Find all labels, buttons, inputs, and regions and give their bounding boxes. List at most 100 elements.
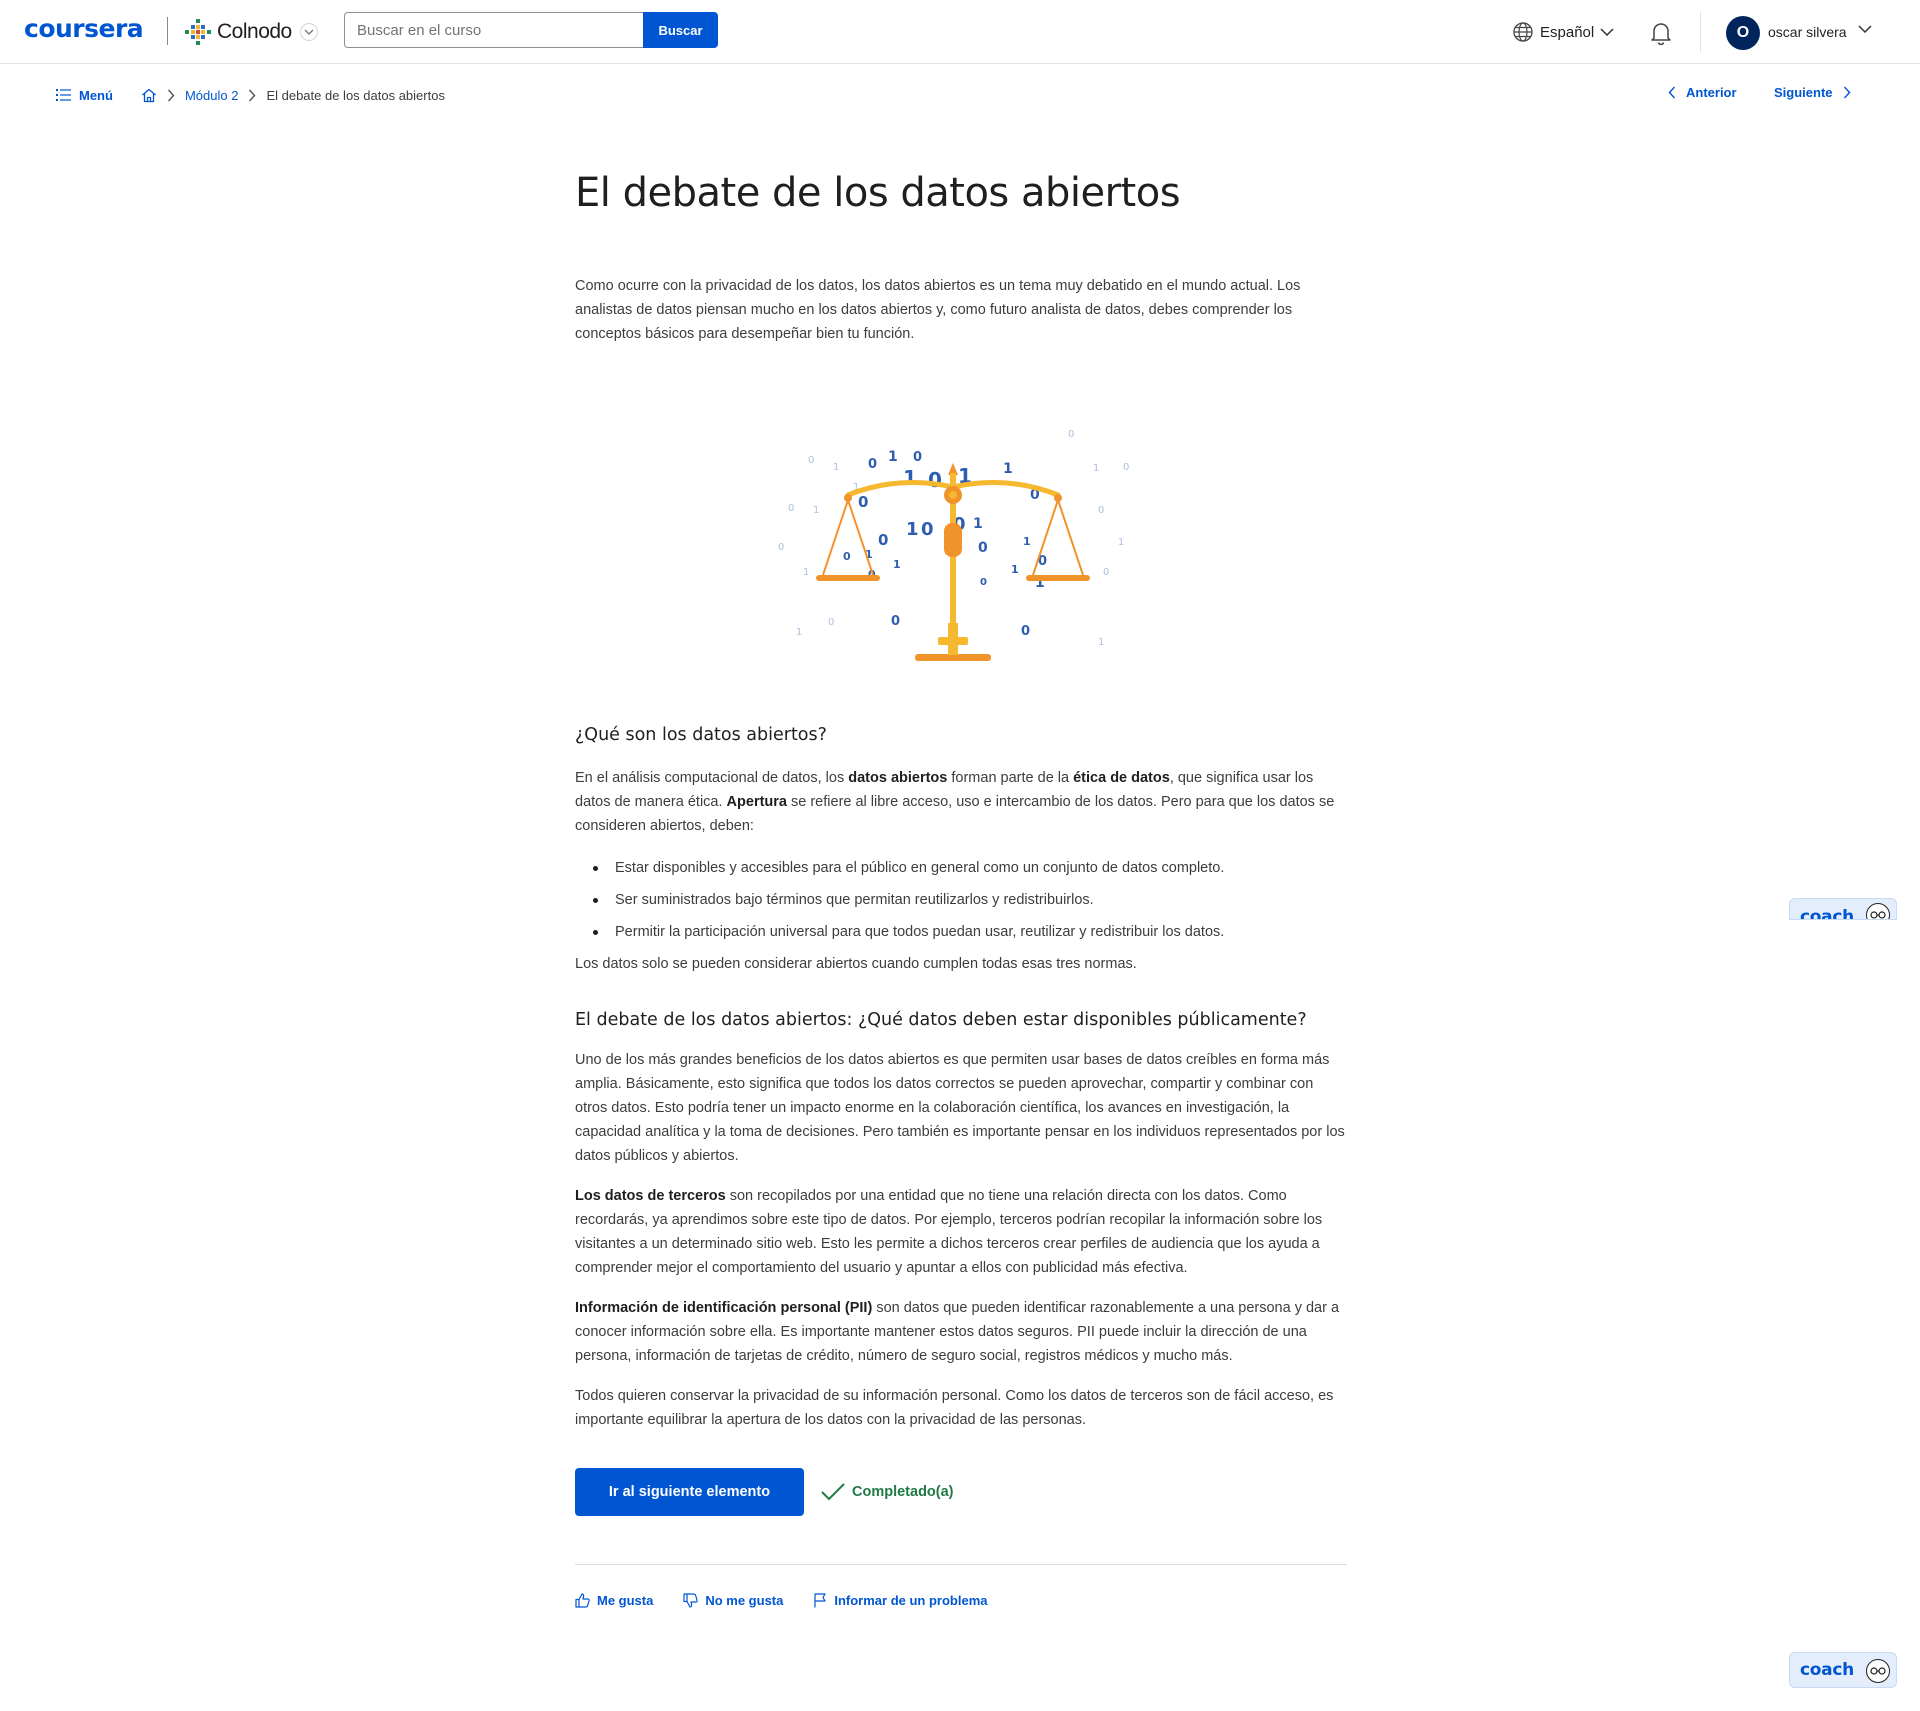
svg-text:0: 0: [1103, 567, 1109, 578]
avatar[interactable]: O: [1726, 16, 1760, 50]
svg-text:0: 0: [878, 531, 888, 549]
svg-text:0: 0: [808, 455, 814, 466]
svg-text:0: 0: [921, 519, 934, 540]
chevron-right-icon: [248, 89, 256, 102]
svg-text:1: 1: [803, 567, 809, 578]
next-item-button[interactable]: Ir al siguiente elemento: [575, 1468, 804, 1516]
svg-text:1: 1: [813, 505, 819, 516]
svg-text:1: 1: [796, 627, 802, 638]
privacy-paragraph: Todos quieren conservar la privacidad de…: [575, 1388, 1334, 1428]
svg-text:1: 1: [1023, 535, 1031, 548]
chevron-down-icon: [1600, 28, 1614, 36]
next-button[interactable]: Siguiente: [1774, 85, 1851, 100]
svg-text:0: 0: [891, 614, 900, 629]
svg-text:0: 0: [828, 617, 834, 628]
chevron-right-icon: [1843, 86, 1850, 99]
language-label: Español: [1540, 23, 1595, 41]
coach-label: coach: [1800, 1660, 1854, 1680]
globe-icon: [1513, 22, 1533, 42]
user-name[interactable]: oscar silvera: [1768, 24, 1847, 40]
header-divider: [1700, 12, 1701, 52]
criteria-list: Estar disponibles y accesibles para el p…: [593, 856, 1335, 952]
svg-text:0: 0: [928, 468, 942, 492]
coach-widget[interactable]: coach: [1789, 1652, 1897, 1688]
section-heading: ¿Qué son los datos abiertos?: [575, 725, 827, 745]
previous-button[interactable]: Anterior: [1668, 85, 1737, 100]
coach-glasses-icon: [1866, 903, 1890, 919]
section1-conclusion: Los datos solo se pueden considerar abie…: [575, 956, 1137, 972]
svg-text:1: 1: [1011, 563, 1019, 576]
section1-paragraph: En el análisis computacional de datos, l…: [575, 770, 1335, 834]
chevron-left-icon: [1668, 86, 1676, 99]
notifications-bell-icon[interactable]: [1649, 20, 1673, 50]
list-item: Permitir la participación universal para…: [593, 920, 1335, 944]
next-label: Siguiente: [1774, 85, 1833, 100]
svg-text:1: 1: [1098, 637, 1104, 648]
user-menu-chevron-down-icon[interactable]: [1858, 25, 1872, 33]
dislike-button[interactable]: No me gusta: [683, 1593, 783, 1608]
coursera-logo[interactable]: coursera: [24, 14, 144, 43]
breadcrumb: Menú Módulo 2 El debate de los datos abi…: [56, 84, 445, 106]
logo-divider: [167, 17, 168, 45]
svg-text:0: 0: [1068, 429, 1074, 440]
svg-text:0: 0: [980, 577, 987, 588]
previous-label: Anterior: [1686, 85, 1737, 100]
svg-text:1: 1: [833, 462, 839, 473]
svg-text:0: 0: [913, 450, 922, 465]
svg-text:1: 1: [973, 516, 983, 532]
svg-text:0: 0: [858, 493, 868, 511]
language-selector[interactable]: Español: [1512, 21, 1614, 43]
section2-paragraph: Uno de los más grandes beneficios de los…: [575, 1052, 1345, 1164]
list-item: Estar disponibles y accesibles para el p…: [593, 856, 1335, 880]
top-header: coursera Colnodo Buscar Español O oscar …: [0, 0, 1920, 64]
svg-text:0: 0: [978, 540, 988, 556]
svg-text:1: 1: [903, 466, 917, 490]
balance-scale-illustration: 0 1 0 1 0 1 1 0 0 1 0 0 1 0 1 0 0 1 0 1 …: [778, 429, 1129, 661]
like-button[interactable]: Me gusta: [575, 1593, 653, 1608]
thumbs-up-icon: [575, 1593, 590, 1608]
list-item: Ser suministrados bajo términos que perm…: [593, 888, 1335, 912]
menu-label: Menú: [79, 87, 113, 103]
course-search-input[interactable]: [344, 12, 644, 48]
svg-text:1: 1: [1118, 537, 1124, 548]
third-party-paragraph: Los datos de terceros son recopilados po…: [575, 1188, 1323, 1276]
menu-button[interactable]: Menú: [56, 88, 113, 103]
svg-text:1: 1: [1003, 461, 1013, 477]
partner-name: Colnodo: [217, 20, 292, 43]
svg-text:0: 0: [778, 542, 784, 553]
chevron-right-icon: [167, 89, 175, 102]
svg-text:0: 0: [1021, 624, 1030, 639]
breadcrumb-current: El debate de los datos abiertos: [266, 87, 445, 103]
colnodo-logo-icon: [185, 19, 211, 45]
svg-text:0: 0: [1123, 462, 1129, 473]
section-heading: El debate de los datos abiertos: ¿Qué da…: [575, 1010, 1307, 1030]
completed-label: Completado(a): [852, 1484, 954, 1500]
reading-article: El debate de los datos abiertos Como ocu…: [575, 170, 1347, 1608]
pii-paragraph: Información de identificación personal (…: [575, 1300, 1340, 1364]
coach-widget-partial[interactable]: coach: [1789, 898, 1897, 920]
feedback-bar: Me gusta No me gusta Informar de un prob…: [575, 1593, 1018, 1608]
list-menu-icon: [56, 89, 71, 101]
svg-text:1: 1: [1093, 463, 1099, 474]
partner-logo[interactable]: Colnodo: [183, 15, 318, 49]
report-problem-button[interactable]: Informar de un problema: [813, 1593, 988, 1608]
intro-paragraph: Como ocurre con la privacidad de los dat…: [575, 278, 1301, 342]
partner-chevron-down-icon[interactable]: [300, 23, 318, 41]
home-icon[interactable]: [141, 88, 157, 103]
breadcrumb-module-link[interactable]: Módulo 2: [185, 88, 238, 103]
divider: [575, 1564, 1347, 1565]
coach-label: coach: [1800, 907, 1854, 920]
page-title: El debate de los datos abiertos: [575, 170, 1181, 216]
svg-text:0: 0: [868, 457, 877, 472]
svg-text:1: 1: [906, 519, 919, 540]
svg-text:0: 0: [843, 550, 851, 563]
coach-glasses-icon: [1866, 1659, 1890, 1683]
svg-text:1: 1: [888, 449, 898, 465]
svg-text:1: 1: [893, 558, 901, 571]
svg-text:0: 0: [1098, 505, 1104, 516]
completed-status: Completado(a): [820, 1482, 954, 1502]
thumbs-down-icon: [683, 1593, 699, 1608]
search-button[interactable]: Buscar: [643, 12, 718, 48]
flag-icon: [814, 1593, 826, 1608]
svg-text:0: 0: [788, 503, 794, 514]
